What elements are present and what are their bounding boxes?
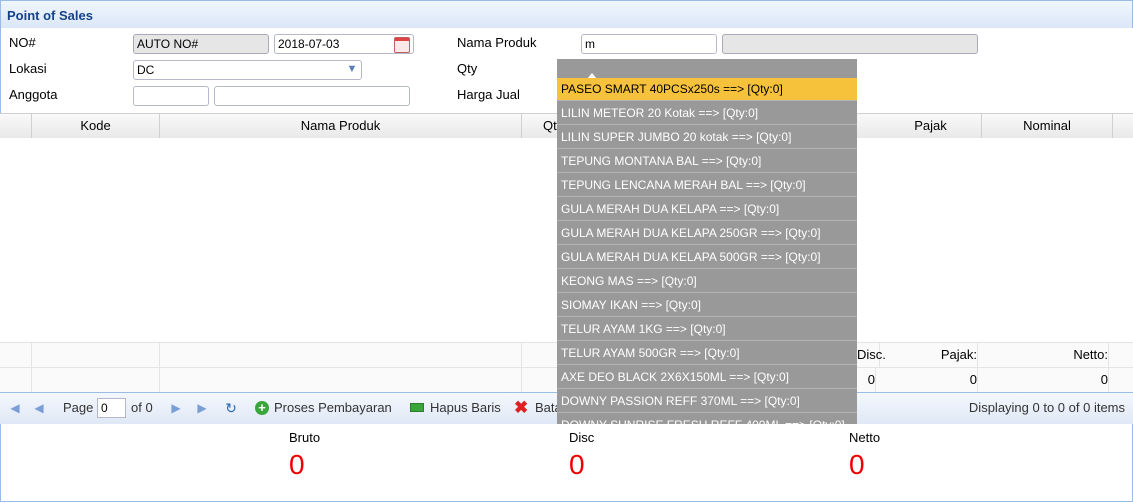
- chevron-down-icon[interactable]: ▼: [344, 61, 360, 77]
- autocomplete-item[interactable]: DOWNY PASSION REFF 370ML ==> [Qty:0]: [557, 390, 857, 413]
- bruto-label: Bruto: [289, 430, 321, 445]
- autocomplete-item[interactable]: PASEO SMART 40PCSx250s ==> [Qty:0]: [557, 78, 857, 101]
- autocomplete-item[interactable]: TEPUNG MONTANA BAL ==> [Qty:0]: [557, 150, 857, 173]
- lokasi-input[interactable]: [133, 60, 362, 80]
- product-autocomplete-list: PASEO SMART 40PCSx250s ==> [Qty:0] LILIN…: [557, 59, 857, 424]
- calendar-icon[interactable]: [394, 37, 410, 53]
- nama-produk-label: Nama Produk: [457, 35, 537, 50]
- autocomplete-item[interactable]: AXE DEO BLACK 2X6X150ML ==> [Qty:0]: [557, 366, 857, 389]
- col-nominal[interactable]: Nominal: [982, 114, 1113, 138]
- page-count-label: of 0: [131, 400, 153, 415]
- date-field[interactable]: [274, 34, 414, 54]
- first-page-icon[interactable]: ◀: [8, 401, 22, 415]
- autocomplete-item[interactable]: KEONG MAS ==> [Qty:0]: [557, 270, 857, 293]
- disc-label: Disc: [569, 430, 595, 445]
- remove-row-icon: [410, 403, 424, 412]
- refresh-icon[interactable]: ↻: [224, 401, 238, 415]
- netto-value: 0: [849, 449, 865, 480]
- disc-value: 0: [569, 449, 585, 480]
- anggota-code-field[interactable]: [133, 86, 209, 106]
- nama-produk-desc-field: [722, 34, 978, 54]
- totals-panel: Bruto 0 Disc 0 Netto 0: [0, 424, 1133, 502]
- autocomplete-item[interactable]: GULA MERAH DUA KELAPA ==> [Qty:0]: [557, 198, 857, 221]
- autocomplete-item[interactable]: DOWNY SUNRISE FRESH REFF 400ML ==> [Qty:…: [557, 414, 857, 424]
- summary-netto-label: Netto:: [982, 343, 1109, 367]
- date-field-wrap[interactable]: [274, 34, 414, 54]
- col-nama-produk[interactable]: Nama Produk: [160, 114, 522, 138]
- lokasi-combo[interactable]: ▼: [133, 60, 362, 80]
- autocomplete-item[interactable]: TELUR AYAM 1KG ==> [Qty:0]: [557, 318, 857, 341]
- panel-title: Point of Sales: [7, 8, 93, 23]
- proses-pembayaran-button[interactable]: + Proses Pembayaran: [254, 393, 402, 424]
- summary-pajak-label: Pajak:: [880, 343, 978, 367]
- batal-label: Batal: [535, 400, 557, 415]
- autocomplete-item[interactable]: GULA MERAH DUA KELAPA 500GR ==> [Qty:0]: [557, 246, 857, 269]
- nama-produk-input[interactable]: [581, 34, 717, 54]
- autocomplete-item[interactable]: TELUR AYAM 500GR ==> [Qty:0]: [557, 342, 857, 365]
- row-number-header: [0, 114, 32, 138]
- add-icon: +: [255, 401, 269, 415]
- lokasi-label: Lokasi: [9, 61, 47, 76]
- panel-header: Point of Sales: [0, 0, 1133, 29]
- autocomplete-item[interactable]: SIOMAY IKAN ==> [Qty:0]: [557, 294, 857, 317]
- summary-pajak-value: 0: [880, 368, 978, 392]
- qty-label: Qty: [457, 61, 478, 76]
- summary-disc-label: Disc.: [857, 343, 886, 367]
- batal-button[interactable]: ✖ Batal: [514, 393, 557, 424]
- hapus-baris-label: Hapus Baris: [430, 400, 501, 415]
- autocomplete-item[interactable]: TEPUNG LENCANA MERAH BAL ==> [Qty:0]: [557, 174, 857, 197]
- close-icon: ✖: [514, 398, 529, 417]
- page-input[interactable]: [97, 398, 126, 418]
- summary-netto-value: 0: [982, 368, 1109, 392]
- no-label: NO#: [9, 35, 36, 50]
- summary-disc-value: 0: [857, 368, 876, 392]
- autocomplete-item[interactable]: LILIN METEOR 20 Kotak ==> [Qty:0]: [557, 102, 857, 125]
- anggota-label: Anggota: [9, 87, 58, 102]
- netto-label: Netto: [849, 430, 881, 445]
- bruto-value: 0: [289, 449, 305, 480]
- page-label: Page: [63, 400, 94, 415]
- harga-jual-label: Harga Jual: [457, 87, 520, 102]
- col-pajak[interactable]: Pajak: [880, 114, 982, 138]
- anggota-name-field[interactable]: [214, 86, 410, 106]
- last-page-icon[interactable]: ▶: [195, 401, 209, 415]
- autocomplete-item[interactable]: LILIN SUPER JUMBO 20 kotak ==> [Qty:0]: [557, 126, 857, 149]
- display-info: Displaying 0 to 0 of 0 items: [968, 400, 1125, 415]
- next-page-icon[interactable]: ▶: [169, 401, 183, 415]
- col-kode[interactable]: Kode: [32, 114, 160, 138]
- autocomplete-item[interactable]: GULA MERAH DUA KELAPA 250GR ==> [Qty:0]: [557, 222, 857, 245]
- hapus-baris-button[interactable]: Hapus Baris: [410, 393, 510, 424]
- no-field: [133, 34, 269, 54]
- prev-page-icon[interactable]: ◀: [32, 401, 46, 415]
- proses-pembayaran-label: Proses Pembayaran: [274, 400, 392, 415]
